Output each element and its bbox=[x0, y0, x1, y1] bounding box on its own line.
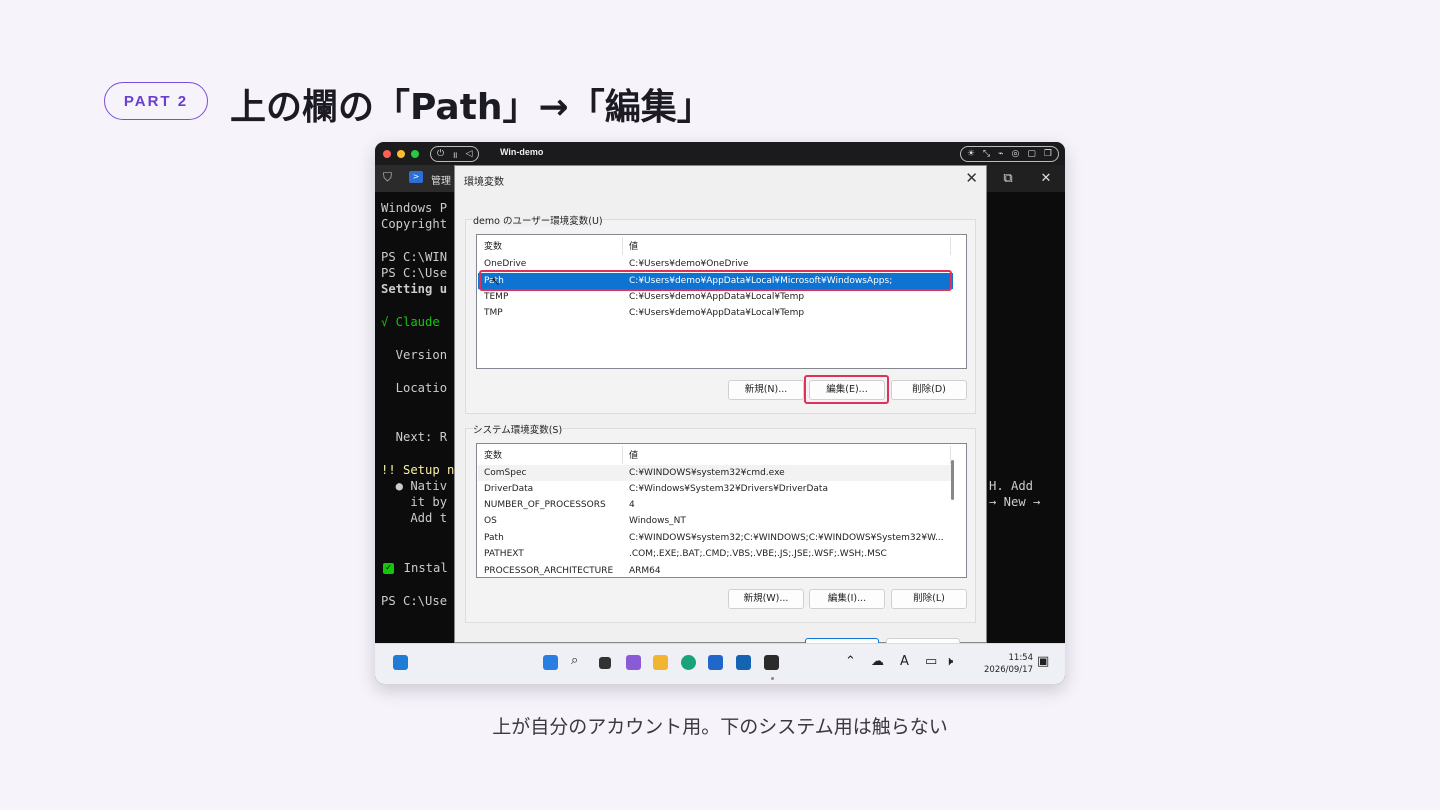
vm-screenshot: ⏻ ॥ ◁ Win-demo ☀ ⤡ ⌁ ◎ ▢ ❐ ⛉ > 管理 ⧉ ✕ Wi… bbox=[375, 142, 1065, 684]
notification-icon[interactable]: ▣ bbox=[1037, 654, 1049, 669]
clock-date: 2026/09/17 bbox=[984, 665, 1033, 675]
user-delete-button[interactable]: 削除(D) bbox=[891, 380, 967, 400]
file-explorer-icon[interactable] bbox=[653, 655, 668, 670]
terminal-line: Windows P bbox=[381, 201, 448, 215]
powershell-icon: > bbox=[409, 171, 423, 183]
path-highlight bbox=[479, 270, 952, 291]
terminal-line-right: → New → bbox=[989, 495, 1041, 509]
close-icon[interactable]: ✕ bbox=[1027, 165, 1065, 192]
slide-title: 上の欄の「Path」→「編集」 bbox=[230, 87, 713, 128]
vm-title: Win-demo bbox=[500, 147, 544, 157]
slide-caption: 上が自分のアカウント用。下のシステム用は触らない bbox=[492, 716, 948, 738]
system-edit-button[interactable]: 編集(I)... bbox=[809, 589, 885, 609]
maximize-dot-icon[interactable] bbox=[411, 150, 419, 158]
outlook-icon[interactable] bbox=[736, 655, 751, 670]
scrollbar[interactable] bbox=[951, 460, 954, 500]
vm-controls: ⏻ ॥ ◁ bbox=[430, 146, 480, 162]
terminal-line: Next: R bbox=[381, 430, 448, 444]
table-row[interactable]: TEMP C:¥Users¥demo¥AppData¥Local¥Temp bbox=[478, 289, 953, 305]
minimize-dot-icon[interactable] bbox=[397, 150, 405, 158]
table-row[interactable]: Path C:¥WINDOWS¥system32;C:¥WINDOWS;C:¥WI… bbox=[478, 530, 953, 546]
running-indicator bbox=[771, 677, 774, 680]
list-header: 変数 値 bbox=[477, 444, 966, 464]
user-vars-label: demo のユーザー環境変数(U) bbox=[473, 213, 603, 227]
usb-icon[interactable]: ⌁ bbox=[998, 149, 1003, 159]
search-icon[interactable]: ⌕ bbox=[571, 653, 578, 668]
user-new-button[interactable]: 新規(N)... bbox=[728, 380, 804, 400]
copilot-icon[interactable] bbox=[626, 655, 641, 670]
widgets-icon[interactable] bbox=[393, 655, 408, 670]
windows-icon[interactable]: ❐ bbox=[1044, 149, 1052, 159]
cloud-off-icon[interactable]: ☁ bbox=[871, 654, 884, 669]
terminal-line: Locatio bbox=[381, 381, 448, 395]
terminal-line: Version bbox=[381, 348, 448, 362]
terminal-line: !! Setup n bbox=[381, 463, 455, 477]
terminal-tab-label: 管理 bbox=[431, 176, 451, 187]
terminal-line: √ Claude bbox=[381, 315, 448, 329]
network-icon[interactable]: ▭ bbox=[925, 654, 937, 669]
table-row[interactable]: OS Windows_NT bbox=[478, 513, 953, 529]
power-icon[interactable]: ⏻ bbox=[437, 149, 444, 159]
terminal-line: PS C:\Use bbox=[381, 594, 448, 608]
table-row[interactable]: PROCESSOR_ARCHITECTURE ARM64 bbox=[478, 563, 953, 577]
table-row[interactable]: DriverData C:¥Windows¥System32¥Drivers¥Dr… bbox=[478, 481, 953, 497]
terminal-icon[interactable] bbox=[764, 655, 779, 670]
vm-titlebar: ⏻ ॥ ◁ Win-demo ☀ ⤡ ⌁ ◎ ▢ ❐ bbox=[375, 142, 1065, 165]
user-vars-list[interactable]: 変数 値 OneDrive C:¥Users¥demo¥OneDrive Path… bbox=[476, 234, 967, 369]
close-dot-icon[interactable] bbox=[383, 150, 391, 158]
terminal-line: PS C:\Use bbox=[381, 266, 448, 280]
clock[interactable]: 11:54 2026/09/17 bbox=[984, 652, 1033, 676]
snapshot-icon[interactable]: ▢ bbox=[1027, 149, 1036, 159]
start-icon[interactable] bbox=[543, 655, 558, 670]
edge-icon[interactable] bbox=[681, 655, 696, 670]
store-icon[interactable] bbox=[708, 655, 723, 670]
shield-icon: ⛉ bbox=[383, 170, 393, 184]
dialog-title: 環境変数 bbox=[464, 177, 504, 188]
task-view-icon[interactable] bbox=[599, 657, 611, 669]
terminal-window-buttons: ⧉ ✕ bbox=[989, 165, 1065, 192]
ime-icon[interactable]: A bbox=[900, 654, 909, 669]
terminal-tab[interactable]: ⛉ > 管理 bbox=[375, 165, 455, 192]
resize-icon[interactable]: ⤡ bbox=[983, 149, 990, 159]
terminal-line-right: H. Add bbox=[989, 479, 1034, 493]
table-row[interactable]: NUMBER_OF_PROCESSORS 4 bbox=[478, 497, 953, 513]
part-badge: PART 2 bbox=[104, 82, 208, 120]
system-vars-label: システム環境変数(S) bbox=[473, 422, 563, 436]
volume-icon[interactable]: 🕨 bbox=[945, 654, 953, 669]
col-variable-header[interactable]: 変数 bbox=[484, 448, 502, 461]
taskbar: ⌕ ⌃ ☁ A ▭ 🕨 11:54 2026/09/17 ▣ bbox=[375, 643, 1065, 684]
share-icon[interactable]: ◎ bbox=[1012, 149, 1020, 159]
system-delete-button[interactable]: 削除(L) bbox=[891, 589, 967, 609]
dialog-close-icon[interactable]: ✕ bbox=[965, 169, 978, 187]
edit-highlight bbox=[804, 375, 889, 404]
env-vars-dialog: 環境変数 ✕ demo のユーザー環境変数(U) 変数 値 OneDrive C:… bbox=[454, 165, 987, 658]
list-header: 変数 値 bbox=[477, 235, 966, 255]
chevron-up-icon[interactable]: ⌃ bbox=[845, 654, 856, 669]
table-row[interactable]: PATHEXT .COM;.EXE;.BAT;.CMD;.VBS;.VBE;.JS… bbox=[478, 546, 953, 562]
terminal-line: PS C:\WIN bbox=[381, 250, 448, 264]
terminal-line: Instal bbox=[389, 561, 448, 575]
terminal-line: Copyright bbox=[381, 217, 448, 231]
terminal-line: Add t bbox=[381, 511, 448, 525]
terminal-line: ● Nativ bbox=[381, 479, 448, 493]
table-row[interactable]: ComSpec C:¥WINDOWS¥system32¥cmd.exe bbox=[478, 465, 953, 481]
col-value-header[interactable]: 値 bbox=[629, 448, 638, 461]
restore-icon[interactable]: ⧉ bbox=[989, 165, 1027, 192]
system-new-button[interactable]: 新規(W)... bbox=[728, 589, 804, 609]
brightness-icon[interactable]: ☀ bbox=[967, 149, 975, 159]
vm-toolbar: ☀ ⤡ ⌁ ◎ ▢ ❐ bbox=[959, 146, 1059, 162]
terminal-line: Setting u bbox=[381, 282, 448, 296]
pause-icon[interactable]: ॥ bbox=[452, 148, 457, 161]
col-variable-header[interactable]: 変数 bbox=[484, 239, 502, 252]
system-vars-list[interactable]: 変数 値 ComSpec C:¥WINDOWS¥system32¥cmd.exe … bbox=[476, 443, 967, 578]
clock-time: 11:54 bbox=[1008, 653, 1034, 663]
terminal-line: it by bbox=[381, 495, 448, 509]
col-value-header[interactable]: 値 bbox=[629, 239, 638, 252]
back-icon[interactable]: ◁ bbox=[466, 149, 473, 159]
table-row[interactable]: TMP C:¥Users¥demo¥AppData¥Local¥Temp bbox=[478, 305, 953, 321]
